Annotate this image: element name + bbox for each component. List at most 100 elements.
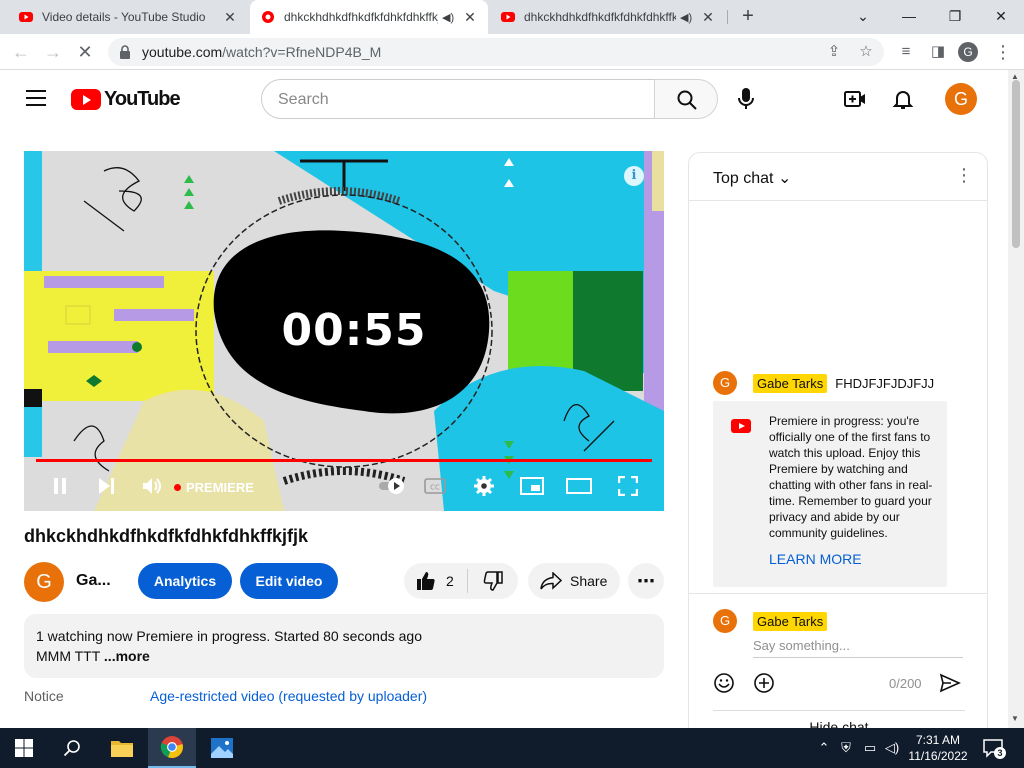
show-more-link[interactable]: ...more: [104, 648, 150, 664]
speaker-icon[interactable]: ◀): [442, 11, 456, 24]
photos-taskbar-button[interactable]: [198, 728, 246, 768]
video-player[interactable]: i 00:55 PREMIERE CC: [24, 151, 664, 511]
notifications-bell-icon[interactable]: [891, 87, 915, 111]
bookmark-star-icon[interactable]: ☆: [856, 42, 876, 62]
chrome-taskbar-button[interactable]: [148, 728, 196, 768]
description-box[interactable]: 1 watching now Premiere in progress. Sta…: [24, 614, 664, 678]
captions-button[interactable]: CC: [424, 473, 446, 499]
channel-name[interactable]: Ga...: [76, 572, 111, 590]
thumbs-up-icon: [417, 572, 435, 590]
chat-message-input[interactable]: Say something...: [753, 638, 963, 658]
progress-bar[interactable]: [36, 459, 652, 462]
recording-favicon-icon: [262, 11, 274, 23]
add-plus-icon[interactable]: [753, 672, 775, 694]
fullscreen-button[interactable]: [616, 473, 640, 499]
close-tab-icon[interactable]: ✕: [700, 9, 716, 26]
create-video-icon[interactable]: [843, 87, 867, 111]
stop-loading-icon[interactable]: ✕: [72, 39, 98, 65]
folder-icon: [111, 741, 133, 757]
notification-center-button[interactable]: 3: [982, 738, 1006, 759]
new-tab-button[interactable]: +: [736, 4, 760, 30]
more-actions-button[interactable]: ⋯: [628, 563, 664, 599]
search-input[interactable]: Search: [261, 79, 655, 119]
chat-input-area: G Gabe Tarks Say something... 0/200 Hide…: [689, 593, 987, 731]
share-label: Share: [570, 573, 608, 589]
speaker-icon[interactable]: ◀): [680, 11, 694, 24]
settings-button[interactable]: [472, 473, 496, 499]
voice-search-button[interactable]: [726, 79, 766, 119]
youtube-play-logo-icon: [71, 88, 101, 110]
forward-arrow-icon[interactable]: →: [40, 39, 66, 65]
tab-search-chevron-icon[interactable]: ⌄: [840, 0, 886, 34]
mute-button[interactable]: [140, 473, 164, 499]
clock-time: 7:31 AM: [915, 733, 961, 747]
url-text: youtube.com/watch?v=RfneNDP4B_M: [142, 44, 381, 60]
chat-menu-icon[interactable]: ⋮: [955, 165, 973, 186]
search-button[interactable]: [654, 79, 718, 119]
tray-overflow-chevron-icon[interactable]: ⌃: [816, 740, 832, 756]
tab-video[interactable]: dhkckhdhkdfhkdfkfdhkfdhkffkjfjk ◀) ✕: [490, 0, 726, 34]
network-icon[interactable]: ▭: [862, 740, 878, 756]
video-title: dhkckhdhkdfhkdfkfdhkfdhkffkjfjk: [24, 526, 309, 546]
input-avatar: G: [713, 609, 737, 633]
tab-title: dhkckhdhkdfhkdfkfdhkfdhkffkjfjk: [284, 10, 438, 24]
info-icon[interactable]: i: [624, 166, 644, 186]
age-restriction-link[interactable]: Age-restricted video (requested by uploa…: [150, 688, 427, 704]
miniplayer-button[interactable]: [520, 473, 544, 499]
edit-video-button[interactable]: Edit video: [240, 563, 338, 599]
security-icon[interactable]: ⛨: [838, 740, 854, 756]
tab-youtube-studio[interactable]: Video details - YouTube Studio ✕: [8, 0, 248, 34]
file-explorer-button[interactable]: [98, 728, 146, 768]
logo-wordmark: YouTube: [104, 87, 181, 110]
premiere-countdown: 00:55: [281, 305, 427, 356]
close-window-button[interactable]: ✕: [978, 0, 1024, 34]
theater-mode-button[interactable]: [566, 473, 592, 499]
emoji-icon[interactable]: [713, 672, 735, 694]
chevron-down-icon: ⌄: [777, 170, 792, 187]
address-bar[interactable]: youtube.com/watch?v=RfneNDP4B_M ⇪ ☆: [108, 38, 884, 66]
account-avatar[interactable]: G: [945, 83, 977, 115]
volume-icon: [143, 478, 161, 494]
share-page-icon[interactable]: ⇪: [824, 42, 844, 62]
close-tab-icon[interactable]: ✕: [222, 9, 238, 26]
system-clock[interactable]: 7:31 AM 11/16/2022: [900, 732, 976, 764]
autoplay-toggle[interactable]: [378, 473, 406, 499]
volume-tray-icon[interactable]: ◁): [884, 740, 900, 756]
message-author[interactable]: Gabe Tarks: [753, 373, 828, 393]
top-chat-dropdown[interactable]: Top chat ⌄: [713, 168, 791, 188]
page-scrollbar[interactable]: ▲ ▼: [1008, 70, 1024, 728]
channel-avatar[interactable]: G: [24, 562, 64, 602]
hamburger-menu-icon[interactable]: [26, 90, 46, 106]
send-icon[interactable]: [939, 672, 961, 694]
browser-toolbar: ← → ✕ youtube.com/watch?v=RfneNDP4B_M ⇪ …: [0, 34, 1024, 70]
learn-more-link[interactable]: LEARN MORE: [769, 551, 862, 567]
browser-profile-avatar[interactable]: G: [958, 42, 978, 62]
live-chat-panel: Top chat ⌄ ⋮ G Gabe Tarks FHDJFJFJDJFJJ …: [688, 152, 988, 732]
dislike-button[interactable]: [468, 571, 518, 591]
start-button[interactable]: [0, 728, 48, 768]
tab-video-active[interactable]: dhkckhdhkdfhkdfkfdhkfdhkffkjfjk ◀) ✕: [250, 0, 488, 34]
chat-header: Top chat ⌄ ⋮: [689, 153, 987, 201]
media-control-icon[interactable]: ≡: [893, 39, 919, 65]
close-tab-icon[interactable]: ✕: [462, 9, 478, 26]
search-taskbar-button[interactable]: [48, 728, 96, 768]
youtube-logo[interactable]: YouTube: [71, 87, 181, 110]
svg-text:CC: CC: [430, 484, 440, 492]
next-button[interactable]: [94, 473, 118, 499]
chat-mode-label: Top chat: [713, 170, 774, 187]
pause-button[interactable]: [48, 473, 72, 499]
scrollbar-thumb[interactable]: [1012, 80, 1020, 248]
autoplay-toggle-icon: [379, 478, 404, 494]
side-panel-icon[interactable]: ◨: [925, 39, 951, 65]
banner-text: Premiere in progress: you're officially …: [769, 414, 933, 540]
like-button[interactable]: 2: [404, 569, 468, 593]
share-button[interactable]: Share: [528, 563, 620, 599]
scroll-down-arrow-icon[interactable]: ▼: [1011, 714, 1019, 723]
tab-separator: [727, 10, 728, 24]
back-arrow-icon[interactable]: ←: [8, 39, 34, 65]
restore-button[interactable]: ❐: [932, 0, 978, 34]
browser-menu-icon[interactable]: ⋮: [990, 39, 1016, 65]
minimize-button[interactable]: —: [886, 0, 932, 34]
analytics-button[interactable]: Analytics: [138, 563, 232, 599]
more-horizontal-icon: ⋯: [637, 570, 655, 591]
